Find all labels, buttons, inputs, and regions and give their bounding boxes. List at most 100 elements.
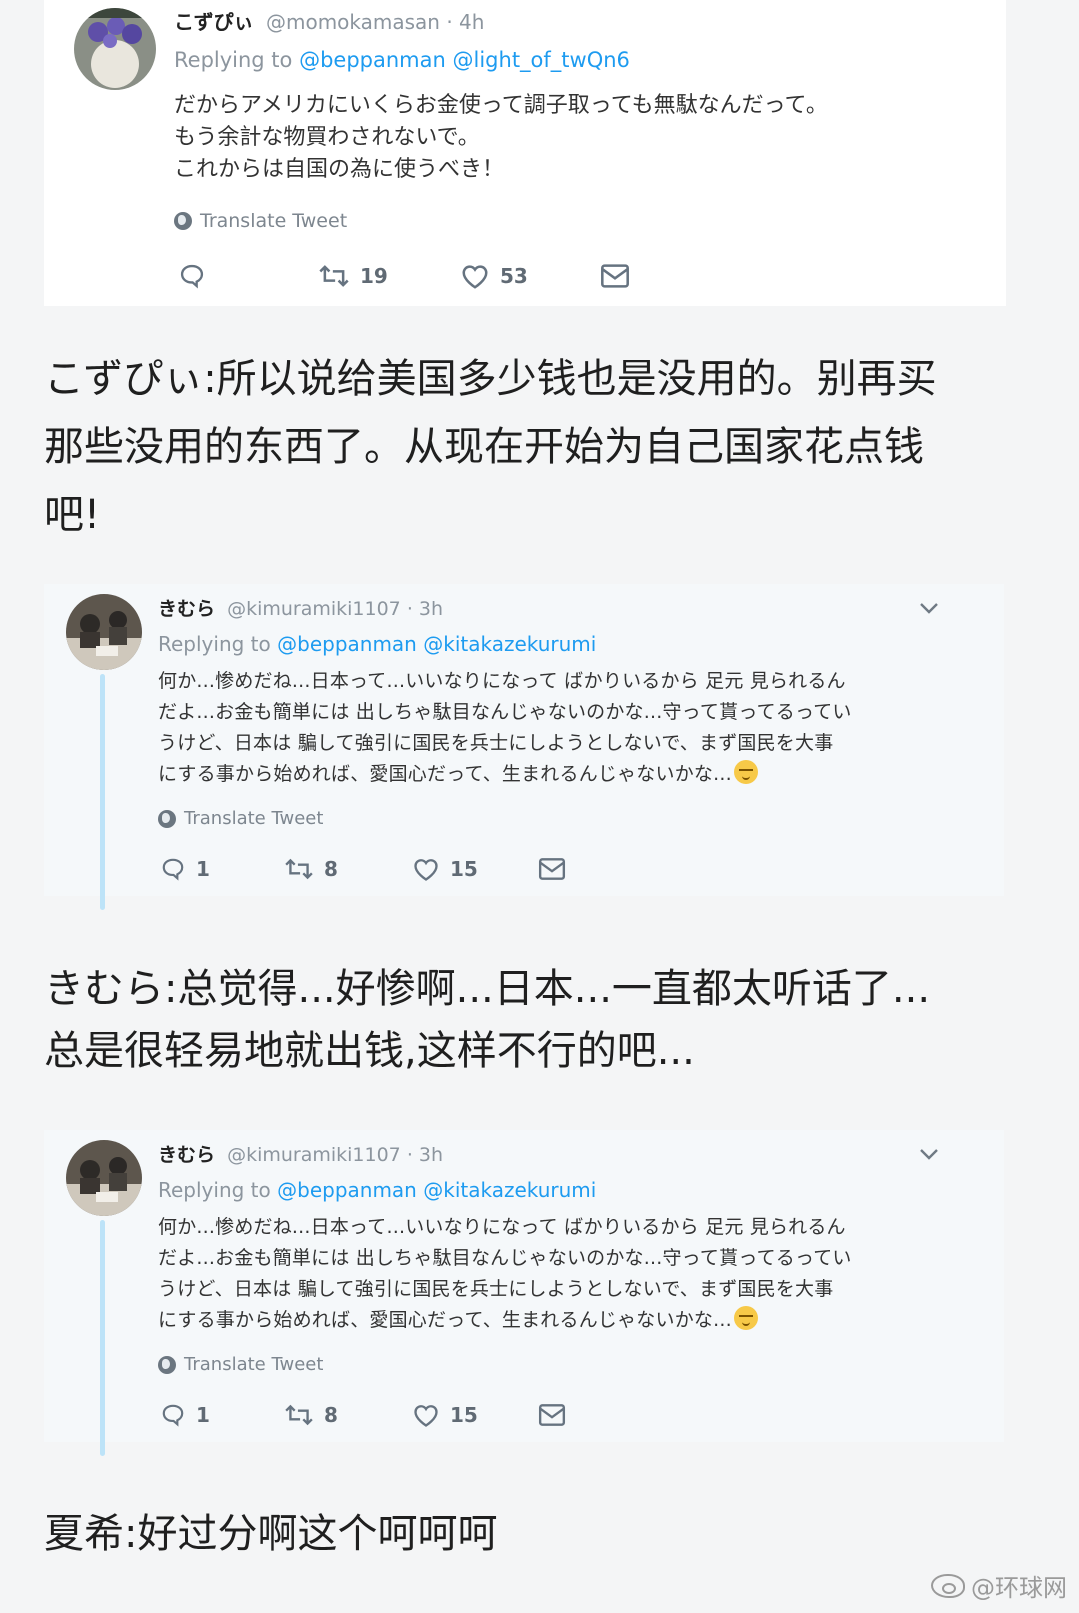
- tweet-card-kimuramiki1107-duplicate[interactable]: きむら @kimuramiki1107 · 3h Replying to @be…: [44, 1130, 1004, 1456]
- retweet-button[interactable]: 8: [284, 856, 412, 882]
- tweet-text-line: だからアメリカにいくらお金使って調子取っても無駄なんだって。: [174, 93, 828, 118]
- tweet-card-kimuramiki1107[interactable]: きむら @kimuramiki1107 · 3h Replying to @be…: [44, 584, 1004, 910]
- retweet-icon: [319, 265, 349, 287]
- like-button[interactable]: 15: [412, 856, 538, 882]
- tweet-text-line: にする事から始めれば、愛国心だって、生まれるんじゃないかな...: [158, 759, 852, 790]
- retweet-icon: [285, 1404, 313, 1426]
- tweet-text: だからアメリカにいくらお金使って調子取っても無駄なんだって。 もう余計な物買わさ…: [174, 90, 828, 186]
- replying-to: Replying to @beppanman @kitakazekurumi: [158, 632, 596, 656]
- dm-button[interactable]: [538, 1403, 566, 1427]
- display-name[interactable]: きむら: [158, 1144, 215, 1166]
- tweet-text-line: うけど、日本は 騙して強引に国民を兵士にしようとしないで、まず国民を大事: [158, 1278, 834, 1300]
- like-count: 53: [500, 264, 528, 288]
- retweet-count: 8: [324, 857, 338, 881]
- caption-translation-3: 夏希:好过分啊这个呵呵呵: [44, 1500, 497, 1568]
- retweet-count: 8: [324, 1403, 338, 1427]
- user-handle[interactable]: @kimuramiki1107: [227, 598, 401, 620]
- tweet-text: 何か...惨めだね...日本って...いいなりになって ばかりいるから 足元 見…: [158, 666, 852, 790]
- avatar[interactable]: [74, 8, 156, 90]
- weibo-icon: [931, 1573, 965, 1598]
- caption-translation-2: きむら:总觉得...好惨啊...日本...一直都太听话了... 总是很轻易地就出…: [44, 958, 930, 1082]
- tweet-text-line: にする事から始めれば、愛国心だって、生まれるんじゃないかな...: [158, 1305, 852, 1336]
- like-button[interactable]: 53: [460, 262, 600, 290]
- replying-to-label: Replying to: [174, 48, 293, 72]
- retweet-button[interactable]: 8: [284, 1402, 412, 1428]
- globe-icon: [158, 809, 176, 828]
- translate-tweet-link[interactable]: Translate Tweet: [174, 210, 347, 232]
- user-handle[interactable]: @kimuramiki1107: [227, 1144, 401, 1166]
- tweet-card-momokamasan[interactable]: こずぴぃ @momokamasan · 4h Replying to @bepp…: [44, 0, 1006, 306]
- dm-button[interactable]: [538, 857, 566, 881]
- translate-label: Translate Tweet: [184, 808, 324, 829]
- like-count: 15: [450, 857, 478, 881]
- like-icon: [414, 859, 438, 881]
- avatar[interactable]: [66, 594, 142, 670]
- translate-label: Translate Tweet: [200, 210, 348, 232]
- mention-link[interactable]: @beppanman: [299, 48, 446, 72]
- like-icon: [462, 265, 488, 289]
- reply-icon: [162, 1404, 184, 1427]
- caption-line: 那些没用的东西了。从现在开始为自己国家花点钱: [44, 424, 924, 470]
- thread-connector: [100, 674, 105, 910]
- watermark: @环球网: [931, 1568, 1067, 1603]
- replying-to-label: Replying to: [158, 1178, 271, 1202]
- reply-button[interactable]: 1: [160, 856, 284, 882]
- tweet-actions: 1 8 15: [160, 1402, 566, 1428]
- caption-line: 总是很轻易地就出钱,这样不行的吧...: [44, 1028, 695, 1074]
- caption-line: 吧!: [44, 492, 101, 538]
- tweet-header: きむら @kimuramiki1107 · 3h: [158, 1140, 443, 1167]
- caption-line: 夏希:好过分啊这个呵呵呵: [44, 1511, 498, 1557]
- reply-count: 1: [196, 857, 210, 881]
- translate-tweet-link[interactable]: Translate Tweet: [158, 1354, 323, 1375]
- timestamp[interactable]: · 4h: [446, 10, 484, 34]
- tweet-header: こずぴぃ @momokamasan · 4h: [174, 6, 484, 35]
- reply-button[interactable]: 1: [160, 1402, 284, 1428]
- mention-link[interactable]: @light_of_twQn6: [453, 48, 630, 72]
- like-button[interactable]: 15: [412, 1402, 538, 1428]
- user-handle[interactable]: @momokamasan: [266, 10, 440, 34]
- timestamp[interactable]: · 3h: [407, 1144, 443, 1166]
- tweet-text-line: だよ...お金も簡単には 出しちゃ駄目なんじゃないのかな...守って貰ってるって…: [158, 1247, 852, 1269]
- reply-button[interactable]: [178, 262, 318, 290]
- display-name[interactable]: きむら: [158, 598, 215, 620]
- display-name[interactable]: こずぴぃ: [174, 10, 254, 34]
- emoji-relieved-icon: [733, 1306, 758, 1330]
- emoji-relieved-icon: [733, 760, 758, 784]
- mention-link[interactable]: @kitakazekurumi: [423, 632, 596, 656]
- tweet-text: 何か...惨めだね...日本って...いいなりになって ばかりいるから 足元 見…: [158, 1212, 852, 1336]
- like-icon: [414, 1405, 438, 1427]
- tweet-text-line: うけど、日本は 騙して強引に国民を兵士にしようとしないで、まず国民を大事: [158, 732, 834, 754]
- tweet-text-line: もう余計な物買わされないで。: [174, 125, 480, 150]
- avatar[interactable]: [66, 1140, 142, 1216]
- retweet-icon: [285, 858, 313, 880]
- like-count: 15: [450, 1403, 478, 1427]
- watermark-text: @环球网: [971, 1574, 1067, 1602]
- mention-link[interactable]: @kitakazekurumi: [423, 1178, 596, 1202]
- translate-label: Translate Tweet: [184, 1354, 324, 1375]
- translate-tweet-link[interactable]: Translate Tweet: [158, 808, 323, 829]
- dm-icon: [601, 264, 629, 288]
- chevron-down-icon[interactable]: [918, 600, 940, 616]
- tweet-text-line: だよ...お金も簡単には 出しちゃ駄目なんじゃないのかな...守って貰ってるって…: [158, 701, 852, 723]
- mention-link[interactable]: @beppanman: [277, 1178, 417, 1202]
- replying-to: Replying to @beppanman @kitakazekurumi: [158, 1178, 596, 1202]
- dm-icon: [538, 858, 566, 880]
- dm-icon: [538, 1404, 566, 1426]
- globe-icon: [158, 1355, 176, 1374]
- tweet-text-line: 何か...惨めだね...日本って...いいなりになって ばかりいるから 足元 見…: [158, 1216, 846, 1238]
- retweet-count: 19: [360, 264, 388, 288]
- chevron-down-icon[interactable]: [918, 1146, 940, 1162]
- reply-icon: [162, 858, 184, 881]
- tweet-actions: 1 8 15: [160, 856, 566, 882]
- tweet-text-line: 何か...惨めだね...日本って...いいなりになって ばかりいるから 足元 見…: [158, 670, 846, 692]
- tweet-header: きむら @kimuramiki1107 · 3h: [158, 594, 443, 621]
- timestamp[interactable]: · 3h: [407, 598, 443, 620]
- thread-connector: [100, 1220, 105, 1456]
- tweet-text-line: これからは自国の為に使うべき！: [174, 157, 505, 182]
- dm-button[interactable]: [600, 263, 630, 289]
- reply-icon: [180, 264, 204, 289]
- mention-link[interactable]: @beppanman: [277, 632, 417, 656]
- globe-icon: [174, 212, 192, 230]
- retweet-button[interactable]: 19: [318, 262, 460, 290]
- caption-translation-1: こずぴぃ:所以说给美国多少钱也是没用的。别再买 那些没用的东西了。从现在开始为自…: [44, 345, 937, 549]
